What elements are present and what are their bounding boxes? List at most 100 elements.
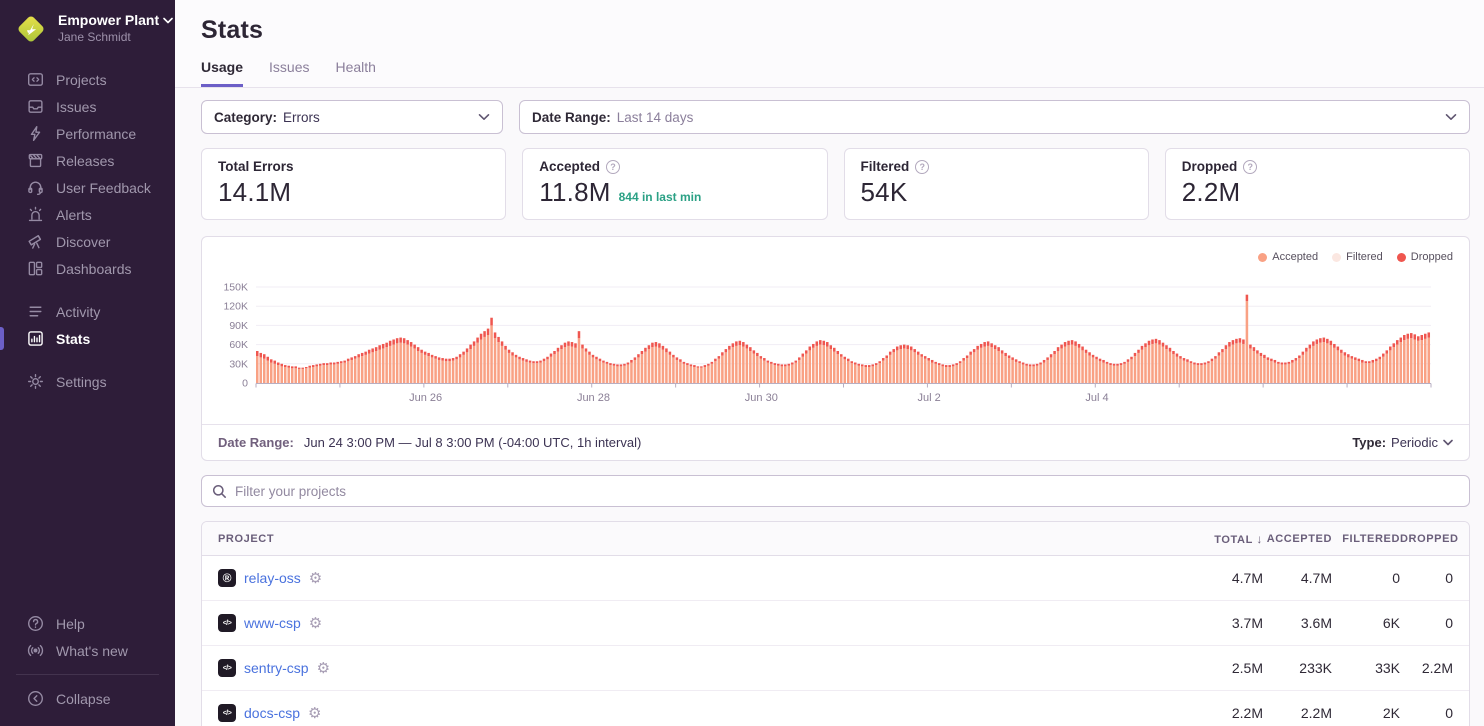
legend-item-accepted[interactable]: Accepted: [1258, 251, 1318, 263]
sidebar-item-label: User Feedback: [56, 180, 151, 196]
sidebar-divider: [16, 674, 159, 675]
column-header-total[interactable]: TOTAL ↓: [1177, 532, 1263, 546]
date-range-label: Date Range:: [532, 110, 611, 125]
sidebar-item-whats-new[interactable]: What's new: [0, 637, 175, 664]
sidebar-collapse-button[interactable]: Collapse: [0, 685, 175, 712]
sidebar-item-releases[interactable]: Releases: [0, 147, 175, 174]
sidebar-item-discover[interactable]: Discover: [0, 228, 175, 255]
sidebar: Empower Plant Jane Schmidt Projects Issu…: [0, 0, 175, 726]
cell-accepted: 4.7M: [1263, 570, 1332, 586]
chart-type-label: Type:: [1352, 435, 1386, 450]
cell-total: 3.7M: [1177, 615, 1263, 631]
project-link[interactable]: sentry-csp: [244, 660, 309, 676]
table-header-row: PROJECT TOTAL ↓ ACCEPTED FILTERED DROPPE…: [202, 522, 1469, 556]
dashboards-icon: [26, 260, 44, 278]
svg-text:Jun 26: Jun 26: [409, 392, 442, 404]
sidebar-item-help[interactable]: Help: [0, 610, 175, 637]
sidebar-item-label: Alerts: [56, 207, 92, 223]
column-header-accepted[interactable]: ACCEPTED: [1263, 533, 1332, 545]
cell-accepted: 233K: [1263, 660, 1332, 676]
sidebar-item-settings[interactable]: Settings: [0, 368, 175, 395]
project-link[interactable]: www-csp: [244, 615, 301, 631]
project-avatar: </>: [218, 614, 236, 632]
sidebar-item-issues[interactable]: Issues: [0, 93, 175, 120]
user-feedback-icon: [26, 179, 44, 197]
chart-legend: Accepted Filtered Dropped: [1258, 251, 1453, 263]
project-settings-gear-icon[interactable]: ⚙: [308, 706, 321, 721]
table-row: ® relay-oss ⚙ 4.7M 4.7M 0 0: [202, 556, 1469, 601]
stat-cards: Total Errors 14.1M Accepted ? 11.8M 844 …: [201, 148, 1470, 220]
table-row: </> sentry-csp ⚙ 2.5M 233K 33K 2.2M: [202, 646, 1469, 691]
sidebar-item-dashboards[interactable]: Dashboards: [0, 255, 175, 282]
tab-usage[interactable]: Usage: [201, 59, 243, 87]
project-settings-gear-icon[interactable]: ⚙: [309, 616, 322, 631]
org-switcher[interactable]: Empower Plant Jane Schmidt: [0, 0, 175, 46]
project-link[interactable]: docs-csp: [244, 705, 300, 721]
performance-icon: [26, 125, 44, 143]
chart-footer: Date Range: Jun 24 3:00 PM — Jul 8 3:00 …: [202, 424, 1469, 460]
project-filter-box: [201, 475, 1470, 507]
sidebar-item-activity[interactable]: Activity: [0, 298, 175, 325]
cell-dropped: 0: [1400, 705, 1469, 721]
chevron-down-icon: [1443, 439, 1453, 446]
sidebar-nav-primary: Projects Issues Performance Releases Use…: [0, 66, 175, 282]
sort-desc-icon: ↓: [1256, 532, 1263, 546]
project-avatar: ®: [218, 569, 236, 587]
sidebar-item-label: Dashboards: [56, 261, 132, 277]
card-value: 2.2M: [1182, 177, 1241, 208]
card-label: Accepted: [539, 159, 600, 174]
main-area: Stats Usage Issues Health Category: Erro…: [175, 0, 1484, 726]
cell-dropped: 0: [1400, 615, 1469, 631]
tab-issues[interactable]: Issues: [269, 59, 309, 87]
tab-health[interactable]: Health: [336, 59, 376, 87]
project-settings-gear-icon[interactable]: ⚙: [309, 571, 322, 586]
info-icon[interactable]: ?: [606, 160, 620, 174]
cell-filtered: 0: [1332, 570, 1400, 586]
cell-dropped: 2.2M: [1400, 660, 1469, 676]
org-name: Empower Plant: [58, 12, 159, 28]
column-header-dropped[interactable]: DROPPED: [1400, 533, 1469, 545]
collapse-icon: [26, 690, 44, 708]
sidebar-item-performance[interactable]: Performance: [0, 120, 175, 147]
column-header-filtered[interactable]: FILTERED: [1332, 533, 1400, 545]
legend-label: Dropped: [1411, 251, 1453, 263]
filtered-dot-icon: [1332, 253, 1341, 262]
card-label: Filtered: [861, 159, 910, 174]
card-dropped: Dropped ? 2.2M: [1165, 148, 1470, 220]
usage-bar-chart[interactable]: 030K60K90K120K150KJun 26Jun 28Jun 30Jul …: [202, 273, 1469, 419]
card-subtext: 844 in last min: [619, 190, 702, 204]
sidebar-item-stats[interactable]: Stats: [0, 325, 175, 352]
tab-bar: Usage Issues Health: [201, 59, 1458, 87]
info-icon[interactable]: ?: [915, 160, 929, 174]
date-range-value: Last 14 days: [617, 110, 694, 125]
project-settings-gear-icon[interactable]: ⚙: [317, 661, 330, 676]
project-filter-input[interactable]: [235, 484, 1459, 499]
date-range-select[interactable]: Date Range: Last 14 days: [519, 100, 1470, 134]
project-link[interactable]: relay-oss: [244, 570, 301, 586]
sidebar-item-user-feedback[interactable]: User Feedback: [0, 174, 175, 201]
chart-date-range-label: Date Range:: [218, 435, 294, 450]
stats-icon: [26, 330, 44, 348]
project-avatar: </>: [218, 704, 236, 722]
projects-table: PROJECT TOTAL ↓ ACCEPTED FILTERED DROPPE…: [201, 521, 1470, 726]
cell-filtered: 6K: [1332, 615, 1400, 631]
category-value: Errors: [283, 110, 320, 125]
sidebar-item-label: Help: [56, 616, 85, 632]
sidebar-item-projects[interactable]: Projects: [0, 66, 175, 93]
legend-item-filtered[interactable]: Filtered: [1332, 251, 1383, 263]
chart-date-range-value: Jun 24 3:00 PM — Jul 8 3:00 PM (-04:00 U…: [304, 435, 641, 450]
sidebar-item-label: What's new: [56, 643, 128, 659]
category-select[interactable]: Category: Errors: [201, 100, 503, 134]
cell-accepted: 3.6M: [1263, 615, 1332, 631]
chevron-down-icon: [478, 113, 490, 121]
info-icon[interactable]: ?: [1243, 160, 1257, 174]
help-icon: [26, 615, 44, 633]
column-header-project[interactable]: PROJECT: [202, 533, 1177, 545]
legend-item-dropped[interactable]: Dropped: [1397, 251, 1453, 263]
sidebar-item-alerts[interactable]: Alerts: [0, 201, 175, 228]
activity-icon: [26, 303, 44, 321]
chart-type-select[interactable]: Type: Periodic: [1352, 435, 1453, 450]
svg-text:Jul 2: Jul 2: [918, 392, 941, 404]
sidebar-nav-settings: Settings: [0, 368, 175, 395]
sidebar-item-label: Stats: [56, 331, 90, 347]
